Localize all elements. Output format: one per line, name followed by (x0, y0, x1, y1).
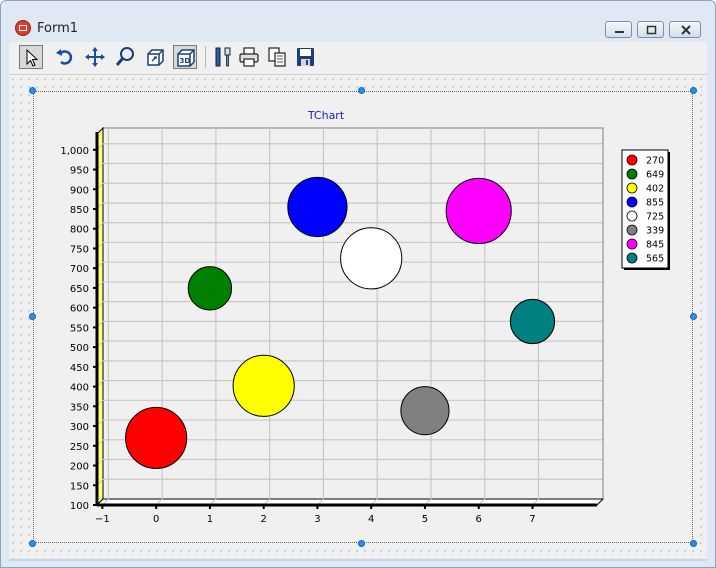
legend-entry: 725 (646, 212, 664, 223)
resize-handle[interactable] (358, 87, 365, 94)
legend-entry: 270 (646, 156, 664, 167)
y-tick-label: 600 (70, 304, 89, 315)
x-tick-label: 7 (529, 514, 535, 525)
move-icon (85, 47, 105, 67)
edit-button[interactable] (211, 45, 235, 69)
y-tick-label: 400 (70, 383, 89, 394)
x-tick-label: 0 (153, 514, 159, 525)
resize-handle[interactable] (29, 87, 36, 94)
depth-button[interactable] (143, 45, 167, 69)
zoom-button[interactable] (113, 45, 137, 69)
chart-title: TChart (307, 109, 345, 122)
legend-entry: 855 (646, 198, 664, 209)
legend-swatch (626, 238, 638, 250)
window-title: Form1 (37, 21, 79, 36)
y-tick-label: 100 (70, 501, 89, 512)
close-button[interactable] (669, 21, 701, 38)
pointer-icon (26, 48, 39, 67)
toolbar-separator (205, 46, 206, 68)
print-button[interactable] (237, 45, 261, 69)
zoom-icon (115, 47, 134, 66)
legend-swatch (626, 154, 638, 166)
chart-panel[interactable]: TChart 100 150 200 250 300 350 400 450 500 550 600… (33, 91, 694, 544)
view-3d-button[interactable]: 3D (173, 45, 197, 69)
x-tick-label: 2 (260, 514, 266, 525)
title-bar[interactable]: Form1 (1, 1, 715, 39)
legend-swatch (626, 168, 638, 180)
x-tick-label: 3 (314, 514, 320, 525)
y-tick-label: 250 (70, 442, 89, 453)
x-tick-label: 5 (422, 514, 428, 525)
legend-entry: 565 (646, 254, 664, 265)
rotate-icon (56, 49, 73, 65)
y-tick-label: 550 (70, 323, 89, 334)
bubble[interactable] (340, 227, 403, 290)
bubble[interactable] (125, 406, 188, 469)
y-tick-label: 750 (70, 244, 89, 255)
legend-entry: 402 (646, 184, 664, 195)
legend-entry: 339 (646, 226, 664, 237)
pointer-button[interactable] (19, 45, 43, 69)
legend-entry: 845 (646, 240, 664, 251)
x-tick-label: 4 (368, 514, 374, 525)
minimize-icon (615, 31, 624, 33)
y-tick-label: 950 (70, 166, 89, 177)
x-tick-label: 6 (476, 514, 482, 525)
bubble[interactable] (400, 386, 450, 436)
app-icon (15, 20, 31, 36)
y-tick-label: 350 (70, 402, 89, 413)
toolbar: 3D (9, 42, 707, 75)
y-tick-label: 900 (70, 185, 89, 196)
bubble[interactable] (232, 354, 295, 417)
bubble[interactable] (509, 298, 556, 345)
depth-icon (147, 49, 164, 66)
maximize-button[interactable] (637, 21, 664, 38)
resize-handle[interactable] (690, 540, 697, 547)
legend-swatch (626, 252, 638, 264)
save-button[interactable] (293, 45, 317, 69)
bubble[interactable] (187, 266, 233, 311)
bubble[interactable] (287, 176, 348, 238)
x-tick-label: 1 (207, 514, 213, 525)
resize-handle[interactable] (29, 313, 36, 320)
y-tick-label: 450 (70, 363, 89, 374)
edit-icon (215, 47, 231, 67)
resize-handle[interactable] (358, 540, 365, 547)
legend-swatch (626, 210, 638, 222)
y-tick-label: 1,000 (60, 146, 89, 157)
app-window: Form1 3D TChart 100 150 200 250 300 350 … (0, 0, 716, 568)
view-3d-icon: 3D (177, 49, 195, 67)
rotate-button[interactable] (53, 45, 77, 69)
legend: 270 649 402 855 725 339 845 565 (621, 149, 670, 270)
bubble-chart: TChart 100150200250300350400450500550600… (60, 109, 670, 525)
y-tick-label: 650 (70, 284, 89, 295)
y-tick-label: 150 (70, 481, 89, 492)
resize-handle[interactable] (690, 313, 697, 320)
copy-icon (268, 47, 286, 67)
y-tick-label: 850 (70, 205, 89, 216)
minimize-button[interactable] (605, 21, 632, 38)
copy-button[interactable] (265, 45, 289, 69)
y-tick-label: 800 (70, 225, 89, 236)
svg-text:3D: 3D (180, 57, 191, 65)
legend-swatch (626, 182, 638, 194)
x-tick-label: −1 (95, 514, 110, 525)
close-icon (681, 25, 691, 35)
y-tick-label: 500 (70, 343, 89, 354)
print-icon (239, 47, 259, 67)
y-tick-label: 700 (70, 264, 89, 275)
y-tick-label: 200 (70, 462, 89, 473)
window-bottom-border (9, 559, 707, 561)
move-button[interactable] (83, 45, 107, 69)
resize-handle[interactable] (29, 540, 36, 547)
resize-handle[interactable] (690, 87, 697, 94)
save-icon (297, 48, 314, 66)
legend-entry: 649 (646, 170, 664, 181)
y-tick-label: 300 (70, 422, 89, 433)
legend-swatch (626, 196, 638, 208)
bubble[interactable] (445, 177, 512, 245)
legend-swatch (626, 224, 638, 236)
maximize-icon (646, 25, 657, 35)
